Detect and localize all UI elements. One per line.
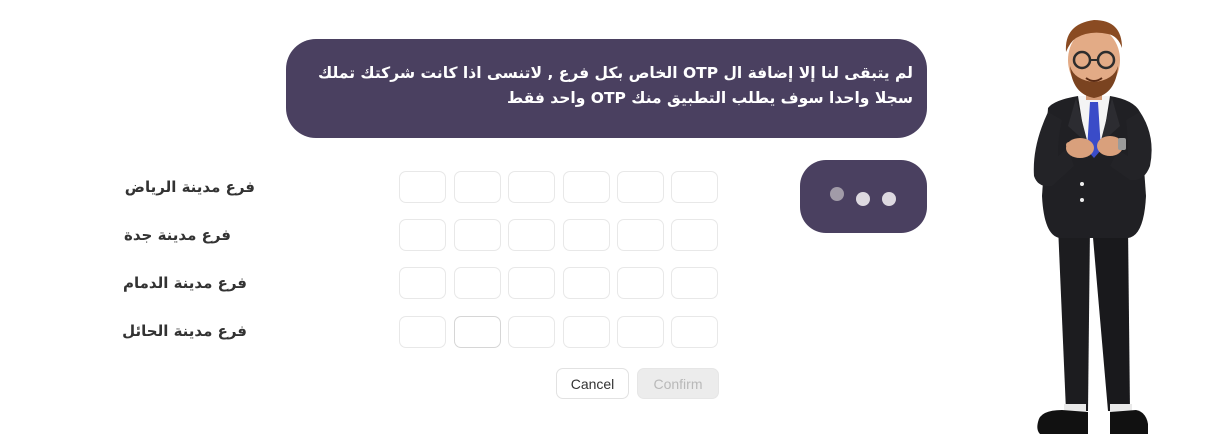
branch-label-riyadh: فرع مدينة الرياض	[124, 178, 255, 196]
otp-digit-input[interactable]	[617, 219, 664, 251]
otp-digit-input[interactable]	[671, 171, 718, 203]
otp-digit-input[interactable]	[508, 219, 555, 251]
otp-digit-input[interactable]	[508, 171, 555, 203]
branch-label-jeddah: فرع مدينة جدة	[124, 226, 231, 244]
otp-digit-input[interactable]	[671, 267, 718, 299]
branch-label-hail: فرع مدينة الحائل	[122, 322, 247, 340]
otp-digit-input[interactable]	[617, 267, 664, 299]
otp-digit-input[interactable]	[617, 316, 664, 348]
otp-digit-input[interactable]	[563, 219, 610, 251]
otp-digit-input[interactable]	[671, 219, 718, 251]
otp-digit-input[interactable]	[399, 267, 446, 299]
confirm-button[interactable]: Confirm	[637, 368, 719, 399]
otp-digit-input[interactable]	[399, 316, 446, 348]
otp-digit-input[interactable]	[508, 316, 555, 348]
otp-digit-input[interactable]	[454, 316, 501, 348]
otp-digit-input[interactable]	[399, 171, 446, 203]
otp-digit-input[interactable]	[563, 316, 610, 348]
otp-digit-input[interactable]	[454, 267, 501, 299]
typing-dot	[830, 187, 844, 201]
assistant-message-bubble: لم يتبقى لنا إلا إضافة ال OTP الخاص بكل …	[286, 39, 927, 138]
otp-digit-input[interactable]	[454, 219, 501, 251]
typing-dot	[856, 192, 870, 206]
otp-digit-input[interactable]	[671, 316, 718, 348]
otp-digit-input[interactable]	[563, 171, 610, 203]
otp-digit-input[interactable]	[454, 171, 501, 203]
businessman-illustration	[1033, 20, 1152, 434]
branch-label-dammam: فرع مدينة الدمام	[123, 274, 247, 292]
otp-digit-input[interactable]	[399, 219, 446, 251]
otp-digit-input[interactable]	[508, 267, 555, 299]
otp-digit-input[interactable]	[563, 267, 610, 299]
typing-indicator	[800, 160, 927, 233]
typing-dot	[882, 192, 896, 206]
otp-digit-input[interactable]	[617, 171, 664, 203]
cancel-button[interactable]: Cancel	[556, 368, 629, 399]
assistant-message-text: لم يتبقى لنا إلا إضافة ال OTP الخاص بكل …	[318, 64, 913, 107]
